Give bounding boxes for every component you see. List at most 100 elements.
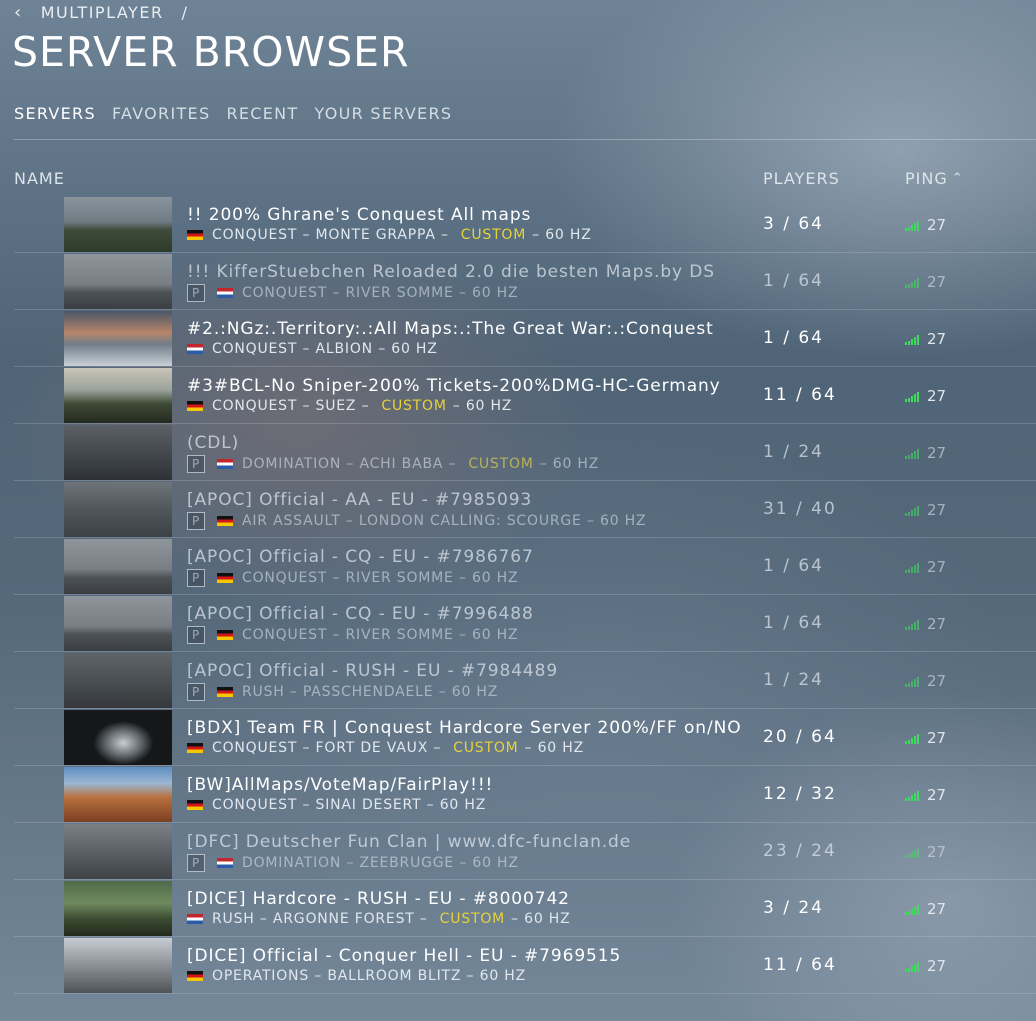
tab-divider [14,139,1036,140]
map-thumbnail [64,710,172,765]
ping-value: 27 [927,672,947,690]
server-row[interactable]: [DICE] Hardcore - RUSH - EU - #8000742 RU… [14,880,1036,937]
server-name: [DICE] Hardcore - RUSH - EU - #8000742 [187,889,570,909]
meta-dash: – [297,740,316,756]
column-header-players[interactable]: PLAYERS [763,169,840,188]
custom-tag: CUSTOM [439,911,506,927]
signal-bars-icon [905,791,919,801]
page-title: SERVER BROWSER [12,28,410,76]
meta-dash: – [524,740,538,756]
map-name: FORT DE VAUX [315,740,429,756]
map-thumbnail [64,197,172,252]
breadcrumb-separator: / [181,3,189,22]
server-row[interactable]: [APOC] Official - CQ - EU - #7996488 P CON… [14,595,1036,652]
signal-bars-icon [905,677,919,687]
game-mode: CONQUEST [242,570,328,586]
server-row[interactable]: [BDX] Team FR | Conquest Hardcore Server… [14,709,1036,766]
server-row[interactable]: [APOC] Official - AA - EU - #7985093 P AIR… [14,481,1036,538]
flag-icon [217,858,233,868]
tab-servers[interactable]: SERVERS [14,104,96,123]
game-mode: CONQUEST [212,797,298,813]
map-thumbnail [64,596,172,651]
map-name: ARGONNE FOREST [272,911,415,927]
signal-bars-icon [905,221,919,231]
player-count: 3 / 64 [763,214,824,234]
breadcrumb-multiplayer[interactable]: MULTIPLAYER [41,3,164,22]
ping: 27 [905,672,946,690]
server-meta: RUSH – ARGONNE FOREST – CUSTOM – 60 HZ [187,911,571,927]
server-row[interactable]: !!! KifferStuebchen Reloaded 2.0 die bes… [14,253,1036,310]
meta-dash: – [443,456,457,472]
game-mode: CONQUEST [212,227,298,243]
server-row[interactable]: (CDL) P DOMINATION – ACHI BABA – CUSTOM – 60… [14,424,1036,481]
tick-rate: 60 HZ [537,740,584,756]
map-name: RIVER SOMME [345,570,454,586]
player-count: 3 / 24 [763,898,824,918]
game-mode: RUSH [212,911,255,927]
tick-rate: 60 HZ [524,911,571,927]
ping: 27 [905,501,946,519]
flag-icon [217,459,233,469]
premium-badge-icon: P [187,455,205,473]
tick-rate: 60 HZ [552,456,600,472]
server-meta: P CONQUEST – RIVER SOMME – 60 HZ [187,569,518,587]
map-thumbnail [64,881,172,936]
tab-your-servers[interactable]: YOUR SERVERS [315,104,453,123]
flag-icon [187,401,203,411]
server-name: [BW]AllMaps/VoteMap/FairPlay!!! [187,775,494,795]
tick-rate: 60 HZ [472,285,519,301]
server-list: !! 200% Ghrane's Conquest All maps CONQUE… [14,196,1036,994]
meta-dash: – [297,797,316,813]
server-row[interactable]: [DFC] Deutscher Fun Clan | www.dfc-funcl… [14,823,1036,880]
server-row[interactable]: #3#BCL-No Sniper-200% Tickets-200%DMG-HC… [14,367,1036,424]
ping: 27 [905,957,946,975]
meta-dash: – [309,968,328,984]
chevron-left-icon[interactable]: ‹ [14,2,23,23]
player-count: 1 / 64 [763,271,824,291]
map-name: PASSCHENDAELE [302,684,434,700]
ping: 27 [905,786,946,804]
tick-rate: 60 HZ [472,570,519,586]
meta-dash: – [327,570,346,586]
premium-badge-icon: P [187,626,205,644]
meta-dash: – [453,285,473,301]
ping-value: 27 [927,786,947,804]
tick-rate: 60 HZ [451,684,499,700]
server-row[interactable]: [BW]AllMaps/VoteMap/FairPlay!!! CONQUEST … [14,766,1036,823]
server-row[interactable]: #2.:NGz:.Territory:.:All Maps:.:The Grea… [14,310,1036,367]
premium-badge-icon: P [187,683,205,701]
meta-dash: – [433,684,452,700]
map-name: SUEZ [315,398,357,414]
meta-dash: – [452,398,466,414]
custom-tag: CUSTOM [460,227,527,243]
chevron-up-icon: ⌃ [951,171,964,186]
tick-rate: 60 HZ [545,227,592,243]
map-name: LONDON CALLING: SCOURGE [358,513,582,529]
meta-dash: – [327,285,346,301]
server-row[interactable]: [APOC] Official - RUSH - EU - #7984489 P R… [14,652,1036,709]
server-meta: CONQUEST – MONTE GRAPPA – CUSTOM – 60 HZ [187,227,592,243]
meta-dash: – [327,627,346,643]
premium-badge-icon: P [187,512,205,530]
server-row[interactable]: !! 200% Ghrane's Conquest All maps CONQUE… [14,196,1036,253]
signal-bars-icon [905,962,919,972]
column-header-name[interactable]: NAME [14,169,65,188]
map-name: ACHI BABA [359,456,444,472]
server-row[interactable]: [APOC] Official - CQ - EU - #7986767 P CON… [14,538,1036,595]
map-thumbnail [64,311,172,366]
server-row[interactable]: [DICE] Official - Conquer Hell - EU - #7… [14,937,1036,994]
server-name: [APOC] Official - RUSH - EU - #7984489 [187,661,559,681]
map-name: BALLROOM BLITZ [327,968,462,984]
signal-bars-icon [905,848,919,858]
tick-rate: 60 HZ [391,341,438,357]
map-name: ZEEBRUGGE [359,855,455,871]
ping-value: 27 [927,387,947,405]
tab-favorites[interactable]: FAVORITES [112,104,211,123]
ping-value: 27 [927,900,947,918]
map-thumbnail [64,368,172,423]
column-header-ping[interactable]: PING ⌃ [905,169,964,188]
server-name: [APOC] Official - CQ - EU - #7996488 [187,604,534,624]
game-mode: AIR ASSAULT [242,513,341,529]
ping-value: 27 [927,558,947,576]
tab-recent[interactable]: RECENT [226,104,298,123]
